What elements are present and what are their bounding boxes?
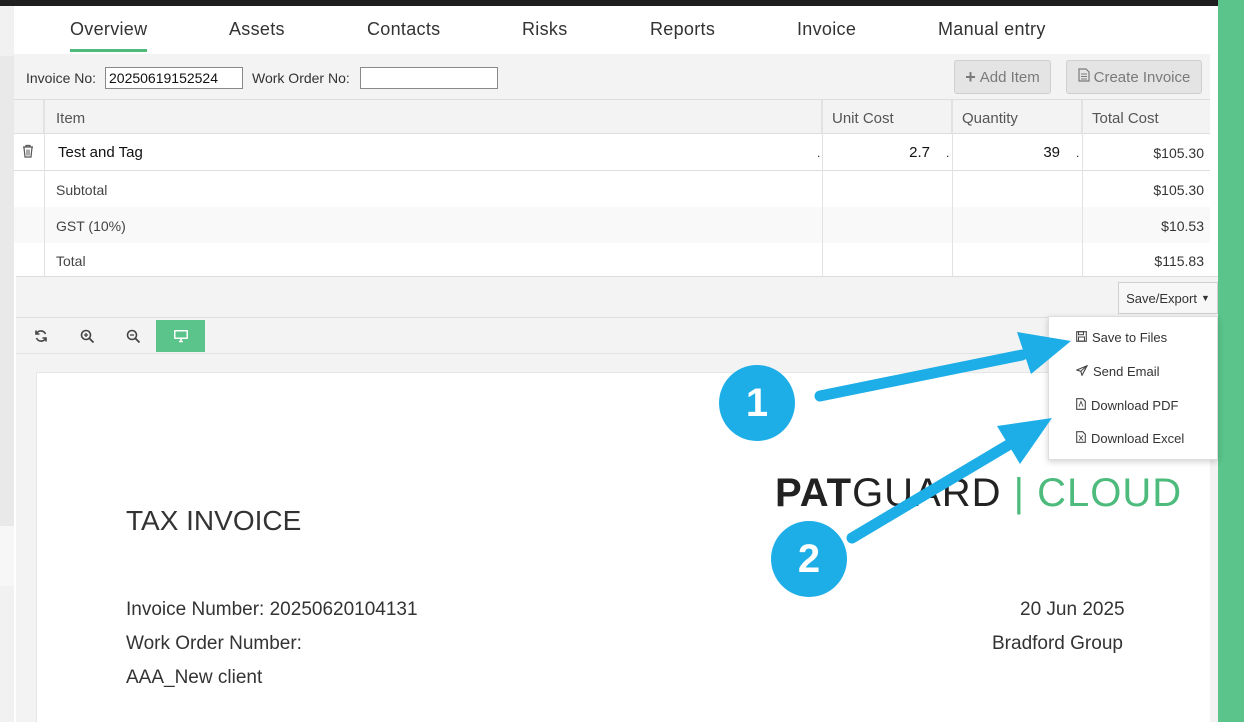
invoice-no-label: Invoice No:	[26, 70, 97, 86]
menu-item-download-pdf[interactable]: Download PDF	[1049, 390, 1217, 420]
zoom-in-icon[interactable]	[64, 320, 110, 352]
tab-manual-entry[interactable]: Manual entry	[938, 19, 1046, 40]
total-row: Total $115.83	[14, 243, 1210, 276]
row-total: $105.30	[1153, 145, 1204, 161]
invoice-number-text: Invoice Number: 20250620104131	[126, 599, 418, 620]
unit-cost-input[interactable]: 2.7	[822, 134, 930, 170]
company-name-text: Bradford Group	[992, 633, 1123, 654]
gst-row: GST (10%) $10.53	[14, 207, 1210, 243]
monitor-icon[interactable]	[156, 320, 205, 352]
item-name-input[interactable]: Test and Tag	[58, 134, 818, 170]
tab-overview[interactable]: Overview	[70, 19, 148, 52]
invoice-date-text: 20 Jun 2025	[1020, 599, 1125, 620]
total-label: Total	[56, 253, 86, 269]
work-order-input[interactable]	[360, 67, 498, 89]
right-green-rail	[1218, 0, 1244, 722]
gst-value: $10.53	[1161, 218, 1204, 234]
table-row: Test and Tag . 2.7 . 39 . $105.30	[14, 134, 1210, 171]
trash-icon[interactable]	[22, 134, 42, 170]
save-export-button[interactable]: Save/Export ▼	[1118, 282, 1218, 314]
total-value: $115.83	[1154, 253, 1204, 269]
tab-assets[interactable]: Assets	[229, 19, 285, 40]
add-item-label: Add Item	[979, 68, 1040, 86]
gst-label: GST (10%)	[56, 218, 126, 234]
quantity-input[interactable]: 39	[952, 134, 1060, 170]
tab-contacts[interactable]: Contacts	[367, 19, 440, 40]
header-total-cost: Total Cost	[1092, 110, 1159, 127]
send-icon	[1075, 364, 1089, 379]
tab-bar: Overview Assets Contacts Risks Reports I…	[14, 6, 1210, 54]
client-name-text: AAA_New client	[126, 667, 263, 688]
invoice-document: PATGUARD | CLOUD TAX INVOICE Invoice Num…	[36, 372, 1210, 722]
tab-risks[interactable]: Risks	[522, 19, 568, 40]
create-invoice-label: Create Invoice	[1093, 68, 1191, 86]
create-invoice-button[interactable]: Create Invoice	[1066, 60, 1202, 94]
callout-badge-1: 1	[719, 365, 795, 441]
caret-down-icon: ▼	[1200, 293, 1210, 303]
export-bar	[16, 276, 1218, 318]
subtotal-value: $105.30	[1153, 182, 1204, 198]
tab-reports[interactable]: Reports	[650, 19, 715, 40]
table-header: Item Unit Cost Quantity Total Cost	[14, 100, 1210, 134]
document-icon	[1078, 68, 1090, 86]
save-export-label: Save/Export	[1126, 290, 1197, 306]
excel-file-icon	[1076, 430, 1086, 446]
menu-item-save-to-files[interactable]: Save to Files	[1049, 322, 1217, 352]
floppy-icon	[1076, 330, 1087, 345]
plus-icon: +	[965, 67, 976, 87]
invoice-no-input[interactable]	[105, 67, 243, 89]
subtotal-row: Subtotal $105.30	[14, 171, 1210, 207]
menu-item-download-excel[interactable]: Download Excel	[1049, 423, 1217, 453]
left-rail	[0, 6, 14, 722]
patguard-logo: PATGUARD | CLOUD	[775, 471, 1183, 515]
header-quantity: Quantity	[952, 100, 1082, 133]
refresh-icon[interactable]	[18, 320, 64, 352]
zoom-out-icon[interactable]	[110, 320, 156, 352]
header-item: Item	[44, 100, 822, 133]
work-order-label: Work Order No:	[252, 70, 350, 86]
work-order-number-text: Work Order Number:	[126, 633, 302, 654]
add-item-button[interactable]: + Add Item	[954, 60, 1051, 94]
header-unit-cost: Unit Cost	[822, 100, 952, 133]
pdf-file-icon	[1076, 397, 1086, 413]
document-title: TAX INVOICE	[126, 505, 302, 536]
invoice-form-bar: Invoice No: Work Order No: + Add Item Cr…	[14, 54, 1210, 100]
menu-item-send-email[interactable]: Send Email	[1049, 356, 1217, 386]
subtotal-label: Subtotal	[56, 182, 108, 198]
save-export-menu: Save to Files Send Email Download PDF Do…	[1048, 316, 1218, 460]
tab-invoice[interactable]: Invoice	[797, 19, 856, 40]
callout-badge-2: 2	[771, 521, 847, 597]
